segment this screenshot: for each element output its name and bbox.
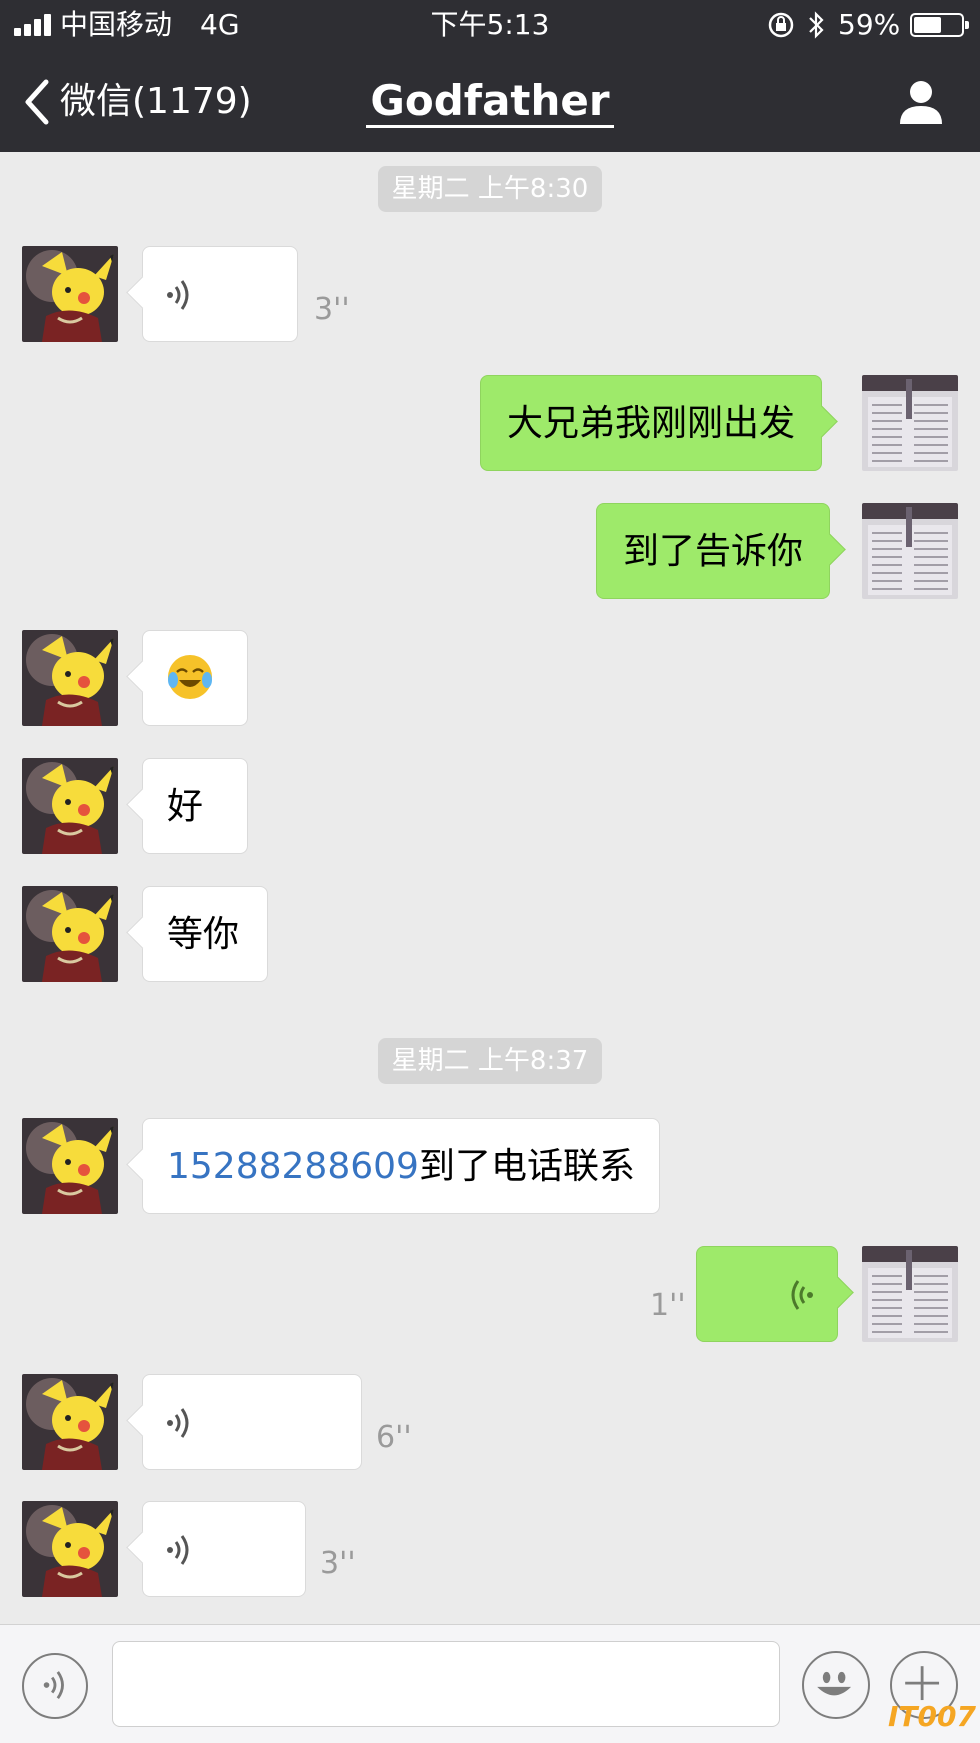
phone-number-link[interactable]: 15288288609 xyxy=(167,1146,419,1187)
emoji-button[interactable] xyxy=(802,1651,870,1719)
contact-avatar[interactable] xyxy=(22,1374,118,1470)
header: 中国移动 4G 下午5:13 59% 微信(1179) Godfather xyxy=(0,0,980,152)
rotation-lock-icon xyxy=(768,12,794,38)
message-text: 到了告诉你 xyxy=(623,531,804,572)
contact-avatar[interactable] xyxy=(22,246,118,342)
bluetooth-icon xyxy=(809,11,824,39)
message-text: 到了电话联系 xyxy=(418,1146,635,1187)
my-avatar[interactable] xyxy=(862,375,958,471)
message-input[interactable] xyxy=(112,1641,780,1727)
incoming-voice-message[interactable] xyxy=(142,246,298,342)
watermark-logo: IT007 xyxy=(888,1700,976,1733)
contact-avatar[interactable] xyxy=(22,630,118,726)
timestamp-label: 星期二 上午8:37 xyxy=(377,1038,603,1084)
voice-duration: 1'' xyxy=(650,1288,686,1323)
nav-bar: 微信(1179) Godfather xyxy=(0,52,980,152)
message-text: 等你 xyxy=(167,914,240,955)
voice-duration: 3'' xyxy=(314,292,350,327)
contact-avatar[interactable] xyxy=(22,1118,118,1214)
incoming-voice-message[interactable] xyxy=(142,1374,362,1470)
voice-wave-icon xyxy=(167,1408,189,1438)
outgoing-text-message[interactable]: 到了告诉你 xyxy=(596,503,831,599)
smiley-icon xyxy=(817,1671,852,1696)
battery-icon xyxy=(910,13,969,37)
timestamp-label: 星期二 上午8:30 xyxy=(377,166,603,212)
message-text: 大兄弟我刚刚出发 xyxy=(507,403,796,444)
my-avatar[interactable] xyxy=(862,503,958,599)
contact-avatar[interactable] xyxy=(22,1501,118,1597)
voice-wave-icon xyxy=(167,1535,189,1565)
voice-wave-icon xyxy=(791,1280,813,1310)
status-bar: 中国移动 4G 下午5:13 59% xyxy=(0,0,980,50)
outgoing-voice-message[interactable] xyxy=(696,1246,838,1342)
voice-toggle-icon xyxy=(43,1671,64,1700)
voice-duration: 3'' xyxy=(320,1546,356,1581)
contact-avatar[interactable] xyxy=(22,886,118,982)
incoming-text-message[interactable]: 15288288609到了电话联系 xyxy=(142,1118,660,1214)
timestamp: 星期二 上午8:37 xyxy=(0,1038,980,1084)
incoming-voice-message[interactable] xyxy=(142,1501,306,1597)
contact-avatar[interactable] xyxy=(22,758,118,854)
chat-title-text[interactable]: Godfather xyxy=(366,76,614,128)
voice-duration: 6'' xyxy=(376,1420,412,1455)
timestamp: 星期二 上午8:30 xyxy=(0,166,980,212)
battery-percent: 59% xyxy=(838,8,901,41)
message-text: 好 xyxy=(167,786,204,827)
laughing-crying-face-icon xyxy=(168,655,212,699)
status-time: 下午5:13 xyxy=(430,8,550,41)
person-icon[interactable] xyxy=(896,76,946,126)
input-bar xyxy=(0,1624,980,1743)
incoming-text-message[interactable]: 等你 xyxy=(142,886,268,982)
outgoing-text-message[interactable]: 大兄弟我刚刚出发 xyxy=(480,375,823,471)
voice-wave-icon xyxy=(167,280,189,310)
voice-toggle-button[interactable] xyxy=(22,1653,88,1719)
my-avatar[interactable] xyxy=(862,1246,958,1342)
chat-title[interactable]: Godfather xyxy=(0,72,980,130)
incoming-emoji-message[interactable] xyxy=(142,630,248,726)
incoming-text-message[interactable]: 好 xyxy=(142,758,248,854)
